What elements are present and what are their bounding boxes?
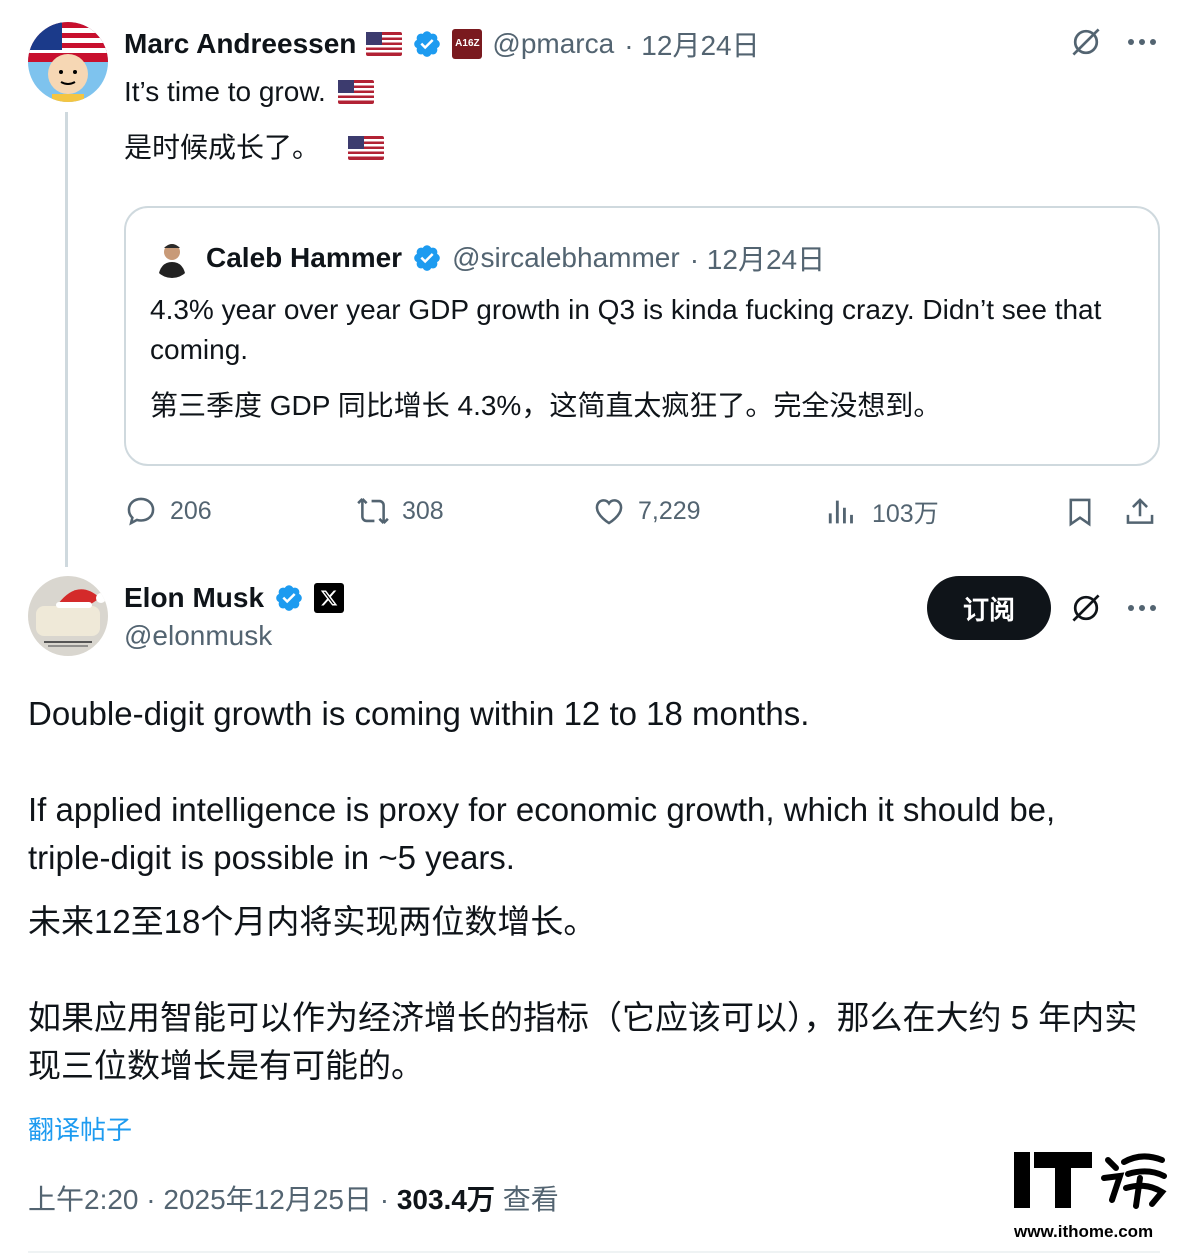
share-icon bbox=[1126, 498, 1154, 524]
bookmark-button[interactable] bbox=[1060, 492, 1100, 532]
thread-line bbox=[65, 112, 68, 567]
author-handle[interactable]: @pmarca bbox=[492, 28, 614, 60]
like-count: 7,229 bbox=[638, 496, 701, 525]
x-logo-icon[interactable] bbox=[314, 583, 345, 613]
marc-header: Marc Andreessen A16Z @pmarca · 12月24日 bbox=[124, 24, 760, 64]
marc-text-zh: 是时候成长了。 bbox=[124, 132, 321, 163]
author-name[interactable]: Marc Andreessen bbox=[124, 28, 356, 60]
bookmark-icon bbox=[1069, 498, 1091, 527]
post-text-en-2: If applied intelligence is proxy for eco… bbox=[28, 791, 1056, 876]
quote-text-en: 4.3% year over year GDP growth in Q3 is … bbox=[150, 294, 1102, 365]
reply-button[interactable]: 206 bbox=[124, 494, 212, 528]
quote-author-handle: @sircalebhammer bbox=[452, 242, 680, 273]
marc-text-en-row: It’s time to grow. bbox=[124, 72, 374, 112]
post-text-en-1: Double-digit growth is coming within 12 … bbox=[28, 695, 810, 732]
view-count: 303.4万 bbox=[396, 1184, 495, 1215]
us-flag-icon bbox=[366, 32, 403, 56]
marc-text-en: It’s time to grow. bbox=[124, 76, 326, 107]
like-icon bbox=[595, 499, 623, 525]
post-timestamp[interactable]: 上午2:20 · 2025年12月25日 · bbox=[28, 1184, 389, 1215]
post-meta: 上午2:20 · 2025年12月25日 · 303.4万 查看 bbox=[28, 1178, 559, 1218]
caleb-header: Caleb Hammer @sircalebhammer · 12月24日 bbox=[206, 238, 825, 278]
views-button[interactable]: 103万 bbox=[826, 494, 939, 530]
elon-avatar[interactable] bbox=[28, 576, 108, 656]
caleb-avatar bbox=[152, 238, 192, 278]
subscribe-button[interactable]: 订阅 bbox=[927, 576, 1051, 640]
repost-icon bbox=[357, 498, 389, 524]
quote-text-zh: 第三季度 GDP 同比增长 4.3%，这简直太疯狂了。完全没想到。 bbox=[150, 390, 942, 421]
more-icon[interactable] bbox=[1122, 28, 1162, 56]
marc-avatar[interactable] bbox=[28, 22, 108, 102]
verified-icon bbox=[414, 245, 440, 271]
translate-link[interactable]: 翻译帖子 bbox=[28, 1110, 132, 1147]
verified-icon bbox=[414, 31, 441, 57]
view-label: 查看 bbox=[502, 1184, 559, 1215]
grok-icon[interactable] bbox=[1066, 588, 1106, 628]
affiliate-badge[interactable]: A16Z bbox=[452, 29, 483, 59]
post-text-zh-1: 未来12至18个月内将实现两位数增长。 bbox=[28, 903, 597, 940]
repost-button[interactable]: 308 bbox=[356, 494, 444, 528]
elon-header: Elon Musk bbox=[124, 578, 345, 618]
reply-icon bbox=[127, 497, 155, 526]
like-button[interactable]: 7,229 bbox=[592, 494, 701, 528]
post-date[interactable]: · 12月24日 bbox=[624, 24, 759, 64]
repost-count: 308 bbox=[402, 496, 444, 525]
grok-icon[interactable] bbox=[1066, 22, 1106, 62]
share-button[interactable] bbox=[1120, 492, 1160, 532]
reply-count: 206 bbox=[170, 496, 212, 525]
us-flag-icon bbox=[348, 136, 385, 160]
post-text-zh-2: 如果应用智能可以作为经济增长的指标（它应该可以），那么在大约 5 年内实现三位数… bbox=[28, 999, 1138, 1084]
marc-text-zh-row: 是时候成长了。 bbox=[124, 128, 385, 168]
ithome-url: www.ithome.com bbox=[1014, 1222, 1154, 1241]
views-icon bbox=[828, 500, 853, 524]
quote-date: · 12月24日 bbox=[689, 244, 826, 275]
more-icon[interactable] bbox=[1122, 594, 1162, 622]
author-name[interactable]: Elon Musk bbox=[124, 582, 264, 614]
quoted-post-card[interactable]: Caleb Hammer @sircalebhammer · 12月24日 4.… bbox=[124, 206, 1160, 466]
author-handle[interactable]: @elonmusk bbox=[124, 620, 272, 652]
quote-author-name: Caleb Hammer bbox=[206, 242, 403, 273]
verified-icon bbox=[276, 585, 302, 611]
views-count: 103万 bbox=[872, 500, 939, 528]
divider bbox=[28, 1251, 1160, 1253]
us-flag-icon bbox=[337, 80, 374, 104]
